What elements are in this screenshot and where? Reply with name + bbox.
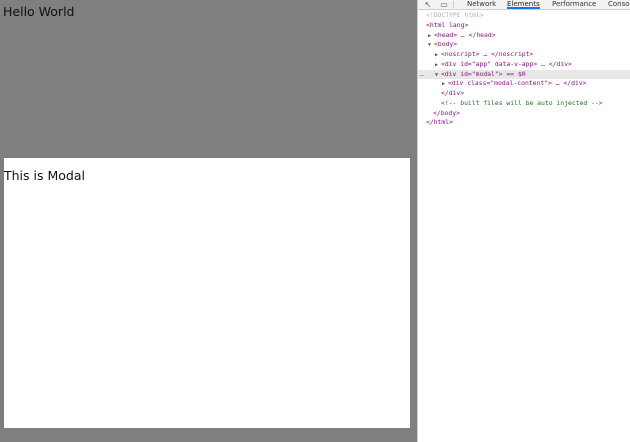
tab-console[interactable]: Consol [608, 0, 630, 9]
dom-node-text: <!-- built files will be auto injected -… [441, 98, 603, 107]
dom-node-modal[interactable]: … ▼ <div id="modal"> == $0 [418, 69, 630, 80]
dom-node-text: </div> [441, 89, 465, 97]
page-viewport: Hello World This is Modal [0, 0, 417, 442]
dom-node-app[interactable]: ▶ <div id="app" data-v-app> … </div> [418, 60, 630, 70]
dom-node-text: <div id="modal"> == $0 [441, 69, 526, 78]
tab-elements[interactable]: Elements [507, 0, 540, 9]
dom-node-text: <html lang> [426, 20, 469, 29]
dom-node-modal-content[interactable]: ▶ <div class="modal-content"> … </div> [418, 79, 630, 89]
dom-node-text: <div class="modal-content"> … </div> [448, 79, 587, 88]
devtools-toolbar: ↖ ▭ Network Elements Performance Consol [418, 0, 630, 10]
toolbar-divider [453, 1, 454, 8]
dom-node-text: </html> [426, 118, 453, 127]
dom-node-head[interactable]: ▶ <head> … </head> [418, 31, 630, 41]
modal-content-text: This is Modal [4, 168, 85, 183]
hello-heading: Hello World [3, 4, 75, 19]
dom-node-noscript[interactable]: ▶ <noscript> … </noscript> [418, 50, 630, 60]
dom-node-body[interactable]: ▼ <body> [418, 40, 630, 50]
dom-node-html[interactable]: <html lang> [418, 21, 630, 31]
dom-tree: <!DOCTYPE html> <html lang> ▶ <head> … </… [418, 11, 630, 128]
modal-dialog[interactable]: This is Modal [4, 158, 410, 428]
dom-node-comment[interactable]: <!-- built files will be auto injected -… [418, 99, 630, 109]
dom-node-close-html[interactable]: </html> [418, 118, 630, 128]
tab-performance[interactable]: Performance [552, 0, 596, 9]
device-toolbar-icon[interactable]: ▭ [438, 0, 450, 9]
dom-node-doctype[interactable]: <!DOCTYPE html> [418, 11, 630, 21]
row-options-icon[interactable]: … [420, 70, 424, 80]
devtools-panel: ↖ ▭ Network Elements Performance Consol … [417, 0, 630, 442]
tab-network[interactable]: Network [467, 0, 496, 9]
inspect-element-icon[interactable]: ↖ [422, 0, 434, 9]
dom-node-text: <head> … </head> [434, 30, 496, 39]
dom-node-text: <!DOCTYPE html> [426, 11, 484, 19]
dom-node-text: <div id="app" data-v-app> … </div> [441, 59, 572, 68]
dom-node-text: <body> [434, 40, 458, 49]
dom-node-close-body[interactable]: </body> [418, 109, 630, 119]
dom-node-close-div[interactable]: </div> [418, 89, 630, 99]
dom-node-text: <noscript> … </noscript> [441, 50, 534, 58]
dom-node-text: </body> [433, 108, 460, 117]
